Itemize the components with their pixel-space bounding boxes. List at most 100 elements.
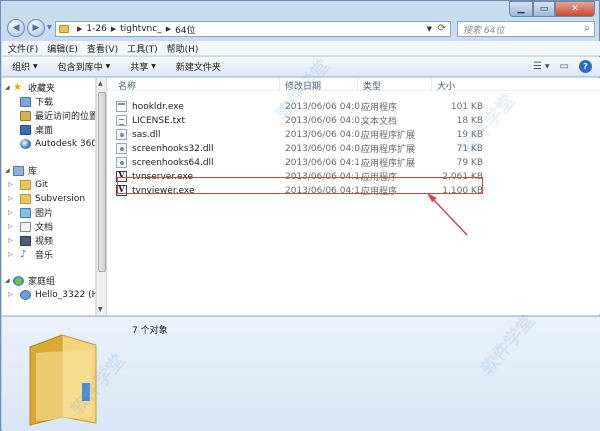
search-input[interactable]: 搜索 64位 ⌕ [457,21,595,37]
file-size: 79 KB [456,157,483,168]
scroll-thumb[interactable] [98,92,106,272]
nav-scrollbar[interactable]: ▲ ▼ [96,78,106,315]
nav-music[interactable]: ▷ ♪ 音乐 [8,248,53,261]
nav-videos[interactable]: ▷ 视频 [8,234,53,247]
nav-homegroup[interactable]: ◢ 家庭组 [5,274,56,287]
expand-icon[interactable]: ▷ [8,223,13,230]
breadcrumb-3[interactable]: 64位 [175,23,195,36]
address-bar[interactable]: ▶ 1-26 ▶ tightvnc_ ▶ 64位 ▼ ⟳ [55,21,451,37]
chevron-right-icon[interactable]: ▶ [111,25,116,33]
menu-bar: 文件(F) 编辑(E) 查看(V) 工具(T) 帮助(H) [2,41,600,56]
chevron-right-icon[interactable]: ▶ [77,25,82,33]
menu-help[interactable]: 帮助(H) [167,42,199,55]
column-name[interactable]: 名称 [118,79,136,92]
dll-file-icon [116,129,127,140]
chevron-right-icon[interactable]: ▶ [166,25,171,33]
view-controls: ☰ ▼ ▭ ? [523,60,592,73]
nav-documents[interactable]: ▷ 文档 [8,220,53,233]
help-icon[interactable]: ? [579,60,592,73]
nav-homegroup-user[interactable]: ▷ Hello_3322 (HEL [8,288,95,301]
file-row[interactable]: screenhooks32.dll 2013/06/06 04:0... 应用程序扩… [115,142,483,155]
expand-icon[interactable]: ▷ [8,195,13,202]
file-name: LICENSE.txt [132,115,186,126]
collapse-icon[interactable]: ◢ [5,167,10,174]
collapse-icon[interactable]: ◢ [5,277,10,284]
file-type: 应用程序扩展 [361,159,416,169]
downloads-folder-icon [20,96,31,107]
file-name: sas.dll [132,129,161,140]
libraries-icon [13,165,24,176]
menu-view[interactable]: 查看(V) [87,42,118,55]
nav-recent-label: 最近访问的位置 [35,112,96,122]
nav-downloads[interactable]: 下载 [20,95,53,108]
expand-icon[interactable]: ▷ [8,209,13,216]
file-row[interactable]: hookldr.exe 2013/06/06 04:0... 应用程序 101 KB [115,100,483,113]
column-size[interactable]: 大小 [437,79,455,92]
pictures-icon [20,207,31,218]
nav-git[interactable]: ▷ Git [8,178,48,191]
share-label: 共享 [130,63,149,73]
preview-pane-icon[interactable]: ▭ [560,61,569,72]
file-row[interactable]: LICENSE.txt 2013/06/06 04:0... 文本文档 18 KB [115,114,483,127]
minimize-button[interactable]: ▁ [509,1,533,17]
menu-file[interactable]: 文件(F) [8,42,38,55]
new-folder-button[interactable]: 新建文件夹 [176,60,221,73]
nav-recent-places[interactable]: 最近访问的位置 [20,109,96,122]
nav-libraries[interactable]: ◢ 库 [5,164,38,177]
nav-favorites[interactable]: ◢ ★ 收藏夹 [5,81,56,94]
menu-edit[interactable]: 编辑(E) [47,42,78,55]
file-type: 应用程序 [361,103,398,113]
refresh-icon[interactable]: ⟳ [438,23,446,34]
menu-tools[interactable]: 工具(T) [127,42,158,55]
back-button[interactable]: ◀ [7,19,25,37]
column-headers: 名称 修改日期 类型 大小 [107,78,600,92]
search-placeholder: 搜索 64位 [463,25,505,36]
nav-pictures[interactable]: ▷ 图片 [8,206,53,219]
file-name: hookldr.exe [132,101,184,112]
include-in-library-button[interactable]: 包含到库中 ▼ [58,60,111,73]
nav-favorites-label: 收藏夹 [28,84,56,94]
expand-icon[interactable]: ▷ [8,237,13,244]
maximize-button[interactable]: ▭ [533,1,555,17]
nav-autodesk-360[interactable]: Autodesk 360 [20,137,96,150]
file-list: 名称 修改日期 类型 大小 hookldr.exe 2013/06/06 04:0… [107,78,600,315]
item-count: 7 个对象 [132,326,168,336]
collapse-icon[interactable]: ◢ [5,84,10,91]
file-size: 71 KB [456,143,483,154]
folder-icon [29,334,97,426]
chevron-down-icon[interactable]: ▼ [545,63,550,70]
file-size: 19 KB [456,129,483,140]
music-icon: ♪ [20,249,27,260]
address-dropdown-icon[interactable]: ▼ [427,25,432,33]
breadcrumb-2[interactable]: tightvnc_ [120,24,161,34]
file-date: 2013/06/06 04:0... [285,101,369,112]
view-options-icon[interactable]: ☰ [533,61,542,72]
expand-icon[interactable]: ▷ [8,291,13,298]
file-name: screenhooks32.dll [132,143,214,154]
scroll-down-icon[interactable]: ▼ [98,306,103,313]
close-button[interactable]: ✕ [555,1,595,17]
videos-icon [20,235,31,246]
share-button[interactable]: 共享 ▼ [130,60,156,73]
nav-autodesk-label: Autodesk 360 [35,138,96,149]
scroll-up-icon[interactable]: ▲ [98,80,103,87]
nav-subversion-label: Subversion [35,193,86,204]
organize-button[interactable]: 组织 ▼ [12,60,38,73]
forward-arrow-icon: ▶ [32,23,40,33]
forward-button[interactable]: ▶ [27,19,45,37]
column-type[interactable]: 类型 [363,79,381,92]
nav-desktop-label: 桌面 [35,126,54,136]
column-date[interactable]: 修改日期 [285,79,321,92]
red-arrow-icon [427,193,468,236]
expand-icon[interactable]: ▷ [8,181,13,188]
search-icon[interactable]: ⌕ [584,23,590,34]
nav-desktop[interactable]: 桌面 [20,123,53,136]
file-row[interactable]: screenhooks64.dll 2013/06/06 04:1... 应用程序扩… [115,156,483,169]
file-row[interactable]: sas.dll 2013/06/06 04:0... 应用程序扩展 19 KB [115,128,483,141]
breadcrumb-1[interactable]: 1-26 [86,24,106,34]
recent-pages-dropdown-icon[interactable]: ▼ [47,24,52,31]
nav-homegroup-label: 家庭组 [28,277,56,287]
nav-libraries-label: 库 [28,167,38,177]
expand-icon[interactable]: ▷ [8,251,13,258]
nav-subversion[interactable]: ▷ Subversion [8,192,86,205]
